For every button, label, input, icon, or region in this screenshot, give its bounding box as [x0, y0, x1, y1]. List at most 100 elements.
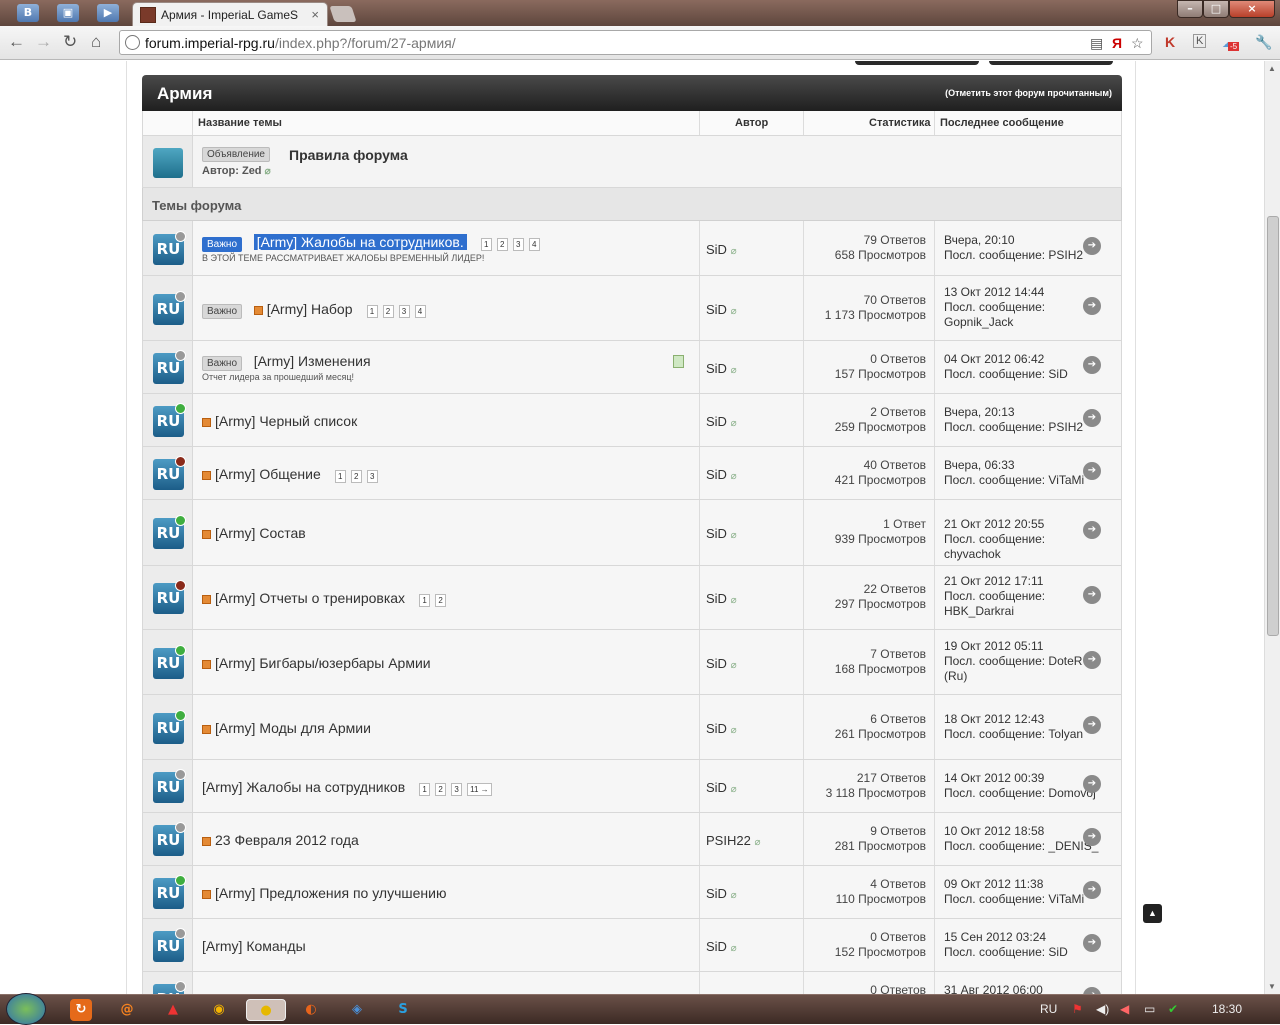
page-link[interactable]: 4 [528, 238, 540, 251]
last-post-author[interactable]: Посл. сообщение: chyvachok [944, 532, 1104, 562]
url-text[interactable]: forum.imperial-rpg.ru/index.php?/forum/2… [145, 35, 456, 51]
media-extension-button[interactable]: ▶ [97, 4, 119, 22]
author-link[interactable]: SiD [706, 242, 727, 257]
topic-status-icon[interactable]: RU [153, 875, 186, 909]
go-to-last-post-icon[interactable]: ➔ [1083, 297, 1101, 315]
go-to-last-post-icon[interactable]: ➔ [1083, 716, 1101, 734]
page-link[interactable]: 2 [435, 783, 447, 796]
weather-icon[interactable]: ☁-5 [1222, 34, 1240, 51]
topic-title-link[interactable]: [Army] Общение [215, 466, 321, 482]
start-button[interactable] [6, 993, 46, 1025]
author-link[interactable]: SiD [706, 467, 727, 482]
topic-title-link[interactable]: [Army] Жалобы на сотрудников. [253, 234, 467, 250]
taskbar-active-app[interactable]: ● [246, 999, 286, 1021]
page-link[interactable]: 11 → [467, 783, 492, 796]
home-icon[interactable]: ⌂ [91, 33, 101, 51]
back-to-top-button[interactable]: ▲ [1143, 904, 1162, 923]
topic-status-icon[interactable]: RU [153, 769, 186, 803]
topic-title-link[interactable]: [Army] Набор [267, 301, 353, 317]
author-link[interactable]: SiD [706, 886, 727, 901]
last-post-date[interactable]: Вчера, 20:13 [944, 405, 1104, 420]
taskbar-app-3[interactable]: ▲ [162, 999, 184, 1021]
page-link[interactable]: 3 [512, 238, 524, 251]
last-post-author[interactable]: Посл. сообщение: PSIH2 [944, 420, 1104, 435]
page-link[interactable]: 3 [451, 783, 463, 796]
go-to-last-post-icon[interactable]: ➔ [1083, 775, 1101, 793]
kaspersky-icon[interactable]: K [1165, 34, 1175, 50]
last-post-date[interactable]: 15 Сен 2012 03:24 [944, 930, 1104, 945]
author-link[interactable]: SiD [706, 939, 727, 954]
author-link[interactable]: SiD [706, 526, 727, 541]
bookmark-star-icon[interactable]: ☆ [1131, 35, 1144, 52]
topic-title-link[interactable]: [Army] Отчеты о тренировках [215, 590, 405, 606]
last-post-author[interactable]: Посл. сообщение: Tolyan [944, 727, 1104, 742]
user-card-icon[interactable]: ⌀ [731, 784, 737, 795]
address-bar[interactable]: forum.imperial-rpg.ru/index.php?/forum/2… [119, 30, 1152, 55]
last-post-author[interactable]: Посл. сообщение: ViTaMi [944, 892, 1104, 907]
vk-extension-button[interactable]: B [17, 4, 39, 22]
user-card-icon[interactable]: ⌀ [731, 595, 737, 606]
last-post-date[interactable]: 09 Окт 2012 11:38 [944, 877, 1104, 892]
last-post-date[interactable]: 31 Авг 2012 06:00 [944, 983, 1104, 994]
last-post-author[interactable]: Посл. сообщение: [944, 589, 1104, 604]
author-link[interactable]: SiD [706, 302, 727, 317]
topic-status-icon[interactable]: RU [153, 928, 186, 962]
last-post-date[interactable]: 04 Окт 2012 06:42 [944, 352, 1104, 367]
author-link[interactable]: SiD [706, 721, 727, 736]
back-icon[interactable]: ← [8, 33, 25, 51]
taskbar-app-1[interactable]: ↻ [70, 999, 92, 1021]
topic-status-icon[interactable]: RU [153, 981, 186, 994]
last-post-date[interactable]: 21 Окт 2012 17:11 [944, 574, 1104, 589]
browser-tab-active[interactable]: Армия - ImperiaL GameS × [132, 2, 328, 26]
page-link[interactable]: 2 [435, 594, 447, 607]
taskbar-firefox-icon[interactable]: ◐ [300, 999, 322, 1021]
go-to-last-post-icon[interactable]: ➔ [1083, 409, 1101, 427]
user-card-icon[interactable]: ⌀ [731, 365, 737, 376]
page-link[interactable]: 1 [366, 305, 378, 318]
last-post-author[interactable]: Посл. сообщение: DoteR [944, 654, 1104, 669]
announcement-title[interactable]: Правила форума [289, 147, 408, 163]
user-card-icon[interactable]: ⌀ [731, 418, 737, 429]
author-link[interactable]: SiD [706, 656, 727, 671]
go-to-last-post-icon[interactable]: ➔ [1083, 881, 1101, 899]
topic-title-link[interactable]: [Army] Жалобы на сотрудников [202, 779, 405, 795]
last-post-author[interactable]: Посл. сообщение: Domovoj [944, 786, 1104, 801]
page-link[interactable]: 1 [480, 238, 492, 251]
page-link[interactable]: 1 [334, 470, 346, 483]
scrollbar-thumb[interactable] [1267, 216, 1279, 636]
taskbar-app-7[interactable]: ◈ [346, 999, 368, 1021]
last-post-date[interactable]: 14 Окт 2012 00:39 [944, 771, 1104, 786]
user-card-icon[interactable]: ⌀ [731, 660, 737, 671]
attachment-icon[interactable] [673, 355, 684, 368]
page-link[interactable]: 2 [350, 470, 362, 483]
keyboard-language[interactable]: RU [1040, 1002, 1057, 1016]
vertical-scrollbar[interactable]: ▲ ▼ [1264, 61, 1280, 994]
column-topic-title[interactable]: Название темы [198, 117, 282, 129]
topic-status-icon[interactable]: RU [153, 515, 186, 549]
author-link[interactable]: SiD [706, 780, 727, 795]
announcement-author-link[interactable]: Zed [242, 165, 262, 177]
last-post-author[interactable]: Посл. сообщение: SiD [944, 367, 1104, 382]
topic-title-link[interactable]: [Army] Черный список [215, 413, 357, 429]
author-link[interactable]: SiD [706, 414, 727, 429]
last-post-author-cont[interactable]: Gopnik_Jack [944, 315, 1104, 330]
tray-volume-icon[interactable]: ◀) [1096, 1002, 1109, 1016]
topic-title-link[interactable]: [Army] Состав [215, 525, 306, 541]
tray-flag-icon[interactable]: ⚑ [1072, 1002, 1083, 1016]
last-post-date[interactable]: Вчера, 20:10 [944, 233, 1104, 248]
topic-status-icon[interactable]: RU [153, 822, 186, 856]
last-post-author[interactable]: Посл. сообщение: PSIH2 [944, 248, 1104, 263]
go-to-last-post-icon[interactable]: ➔ [1083, 356, 1101, 374]
taskbar-skype-icon[interactable]: S [392, 999, 414, 1021]
tray-security-icon[interactable]: ✔ [1168, 1002, 1178, 1016]
go-to-last-post-icon[interactable]: ➔ [1083, 237, 1101, 255]
page-link[interactable]: 3 [398, 305, 410, 318]
close-window-button[interactable]: × [1229, 0, 1275, 18]
last-post-author[interactable]: Посл. сообщение: SiD [944, 945, 1104, 960]
user-card-icon[interactable]: ⌀ [731, 530, 737, 541]
topic-status-icon[interactable]: RU [153, 403, 186, 437]
mark-forum-read-link[interactable]: (Отметить этот форум прочитанным) [945, 88, 1112, 98]
yandex-icon[interactable]: Я [1112, 35, 1122, 51]
user-card-icon[interactable]: ⌀ [265, 166, 271, 177]
topic-status-icon[interactable]: RU [153, 291, 186, 325]
